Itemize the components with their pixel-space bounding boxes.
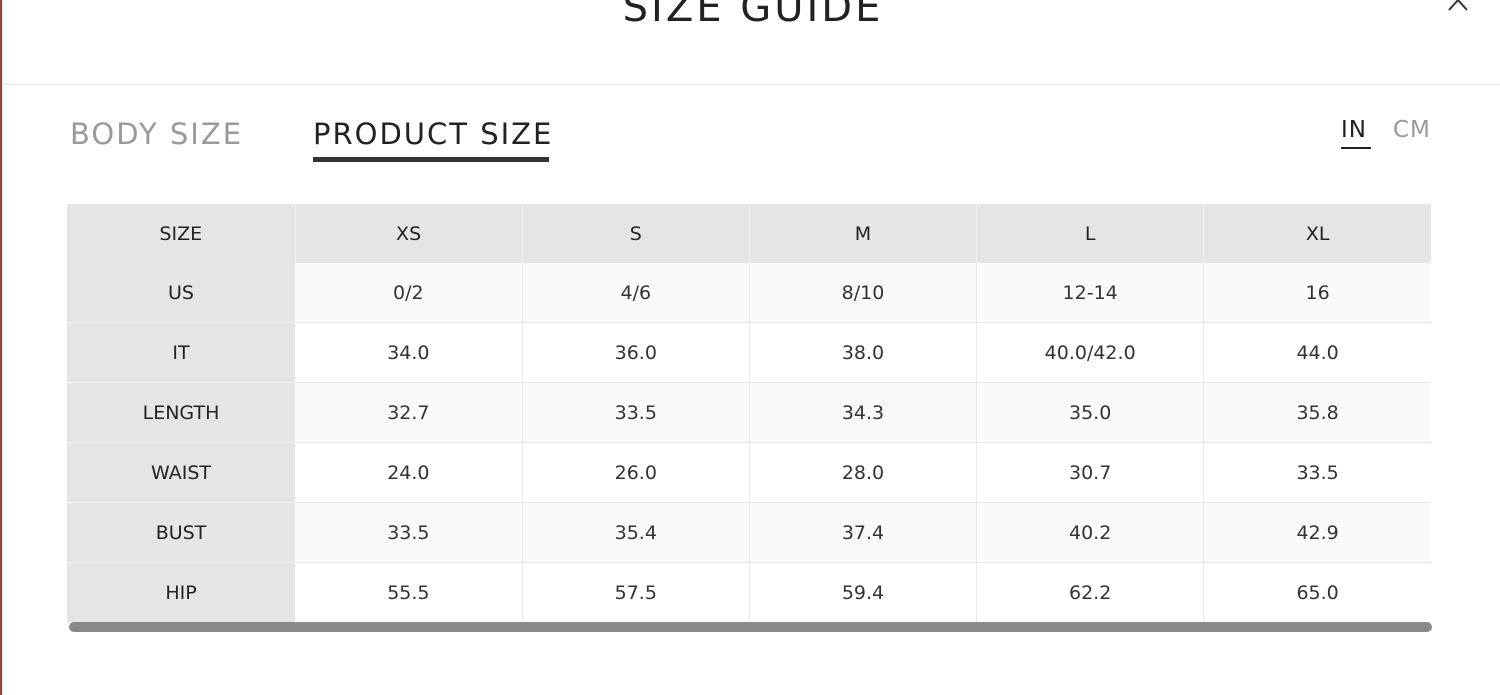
table-cell: 59.4 bbox=[749, 562, 978, 623]
table-cell: 40.0/42.0 bbox=[976, 322, 1205, 383]
table-cell: 28.0 bbox=[749, 442, 978, 503]
table-cell: 35.0 bbox=[976, 382, 1205, 443]
size-table-container: SIZE XS S M L XL US 0/2 4/6 8/10 12-14 1… bbox=[67, 204, 1431, 623]
column-header: M bbox=[749, 204, 978, 263]
table-cell: 35.8 bbox=[1203, 382, 1431, 443]
table-cell: 0/2 bbox=[295, 263, 523, 323]
table-cell: 8/10 bbox=[749, 263, 978, 323]
table-cell: 40.2 bbox=[976, 502, 1205, 563]
table-cell: 55.5 bbox=[295, 562, 523, 623]
row-label: BUST bbox=[67, 502, 295, 563]
table-cell: 37.4 bbox=[749, 502, 978, 563]
table-row: BUST 33.5 35.4 37.4 40.2 42.9 bbox=[67, 502, 1431, 563]
horizontal-scrollbar[interactable] bbox=[69, 622, 1432, 632]
table-row: WAIST 24.0 26.0 28.0 30.7 33.5 bbox=[67, 442, 1431, 503]
table-cell: 44.0 bbox=[1203, 322, 1431, 383]
active-unit-indicator bbox=[1341, 147, 1371, 149]
close-button[interactable] bbox=[1445, 0, 1475, 14]
table-row: HIP 55.5 57.5 59.4 62.2 65.0 bbox=[67, 562, 1431, 623]
tab-product-size[interactable]: PRODUCT SIZE bbox=[313, 104, 551, 164]
table-cell: 33.5 bbox=[1203, 442, 1431, 503]
table-cell: 65.0 bbox=[1203, 562, 1431, 623]
table-cell: 16 bbox=[1203, 263, 1431, 323]
table-cell: 24.0 bbox=[295, 442, 523, 503]
column-header: XL bbox=[1203, 204, 1431, 263]
table-row: LENGTH 32.7 33.5 34.3 35.0 35.8 bbox=[67, 382, 1431, 443]
table-cell: 34.0 bbox=[295, 322, 523, 383]
active-tab-indicator bbox=[313, 157, 549, 162]
unit-toggle-cm[interactable]: CM bbox=[1393, 116, 1431, 144]
table-header-row: SIZE XS S M L XL bbox=[67, 204, 1431, 263]
size-table: SIZE XS S M L XL US 0/2 4/6 8/10 12-14 1… bbox=[67, 204, 1431, 623]
column-header: SIZE bbox=[67, 204, 296, 263]
table-cell: 33.5 bbox=[295, 502, 523, 563]
table-cell: 33.5 bbox=[522, 382, 750, 443]
table-cell: 30.7 bbox=[976, 442, 1205, 503]
table-cell: 4/6 bbox=[522, 263, 750, 323]
table-row: IT 34.0 36.0 38.0 40.0/42.0 44.0 bbox=[67, 322, 1431, 383]
table-cell: 35.4 bbox=[522, 502, 750, 563]
page-title: SIZE GUIDE bbox=[622, 0, 884, 31]
table-cell: 42.9 bbox=[1203, 502, 1431, 563]
table-cell: 12-14 bbox=[976, 263, 1205, 323]
row-label: LENGTH bbox=[67, 382, 295, 443]
row-label: US bbox=[67, 263, 295, 323]
unit-toggle-in[interactable]: IN bbox=[1341, 116, 1367, 144]
table-cell: 34.3 bbox=[749, 382, 978, 443]
close-icon bbox=[1448, 0, 1468, 11]
row-label: WAIST bbox=[67, 442, 295, 503]
row-label: IT bbox=[67, 322, 295, 383]
column-header: L bbox=[976, 204, 1205, 263]
table-cell: 57.5 bbox=[522, 562, 750, 623]
tab-body-size[interactable]: BODY SIZE bbox=[70, 104, 250, 164]
table-cell: 38.0 bbox=[749, 322, 978, 383]
table-cell: 32.7 bbox=[295, 382, 523, 443]
column-header: S bbox=[522, 204, 750, 263]
table-cell: 36.0 bbox=[522, 322, 750, 383]
header-divider bbox=[3, 84, 1500, 85]
row-label: HIP bbox=[67, 562, 295, 623]
table-row: US 0/2 4/6 8/10 12-14 16 bbox=[67, 263, 1431, 323]
table-cell: 62.2 bbox=[976, 562, 1205, 623]
table-cell: 26.0 bbox=[522, 442, 750, 503]
column-header: XS bbox=[295, 204, 523, 263]
